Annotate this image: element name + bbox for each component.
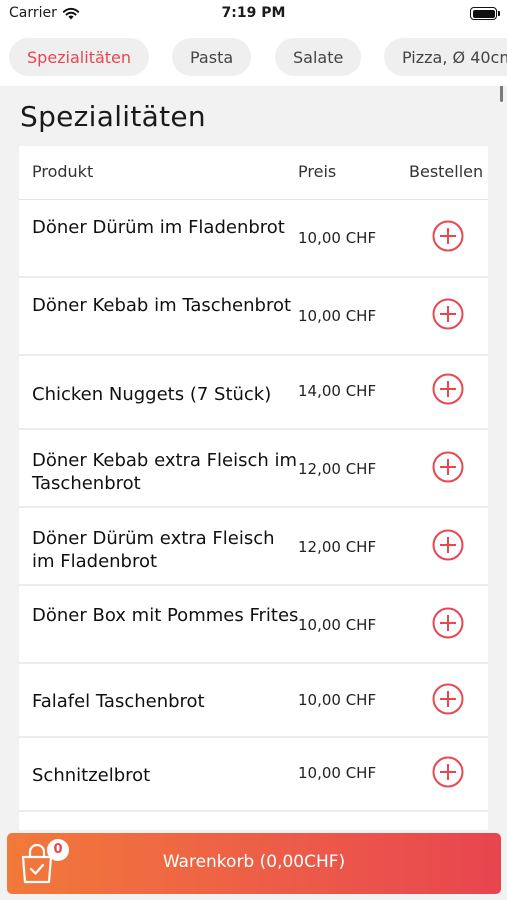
product-price: 10,00 CHF xyxy=(298,307,377,325)
product-name: Falafel Taschenbrot xyxy=(32,691,205,712)
table-row: Döner Kebab im Taschenbrot 10,00 CHF xyxy=(19,278,488,356)
product-name: Döner Kebab im Taschenbrot xyxy=(32,295,292,316)
battery-icon xyxy=(470,7,500,20)
product-name: Döner Kebab extra Fleisch im Taschenbrot xyxy=(32,450,298,494)
menu-content[interactable]: Spezialitäten Produkt Preis Bestellen Dö… xyxy=(0,86,507,830)
product-price: 14,00 CHF xyxy=(298,382,377,400)
product-price: 10,00 CHF xyxy=(298,691,377,709)
plus-circle-icon[interactable] xyxy=(432,220,464,252)
plus-circle-icon[interactable] xyxy=(432,607,464,639)
table-row: Falafel Taschenbrot 10,00 CHF xyxy=(19,664,488,738)
tab-pasta[interactable]: Pasta xyxy=(172,38,252,76)
product-price: 10,00 CHF xyxy=(298,616,377,634)
table-header: Produkt Preis Bestellen xyxy=(19,146,488,200)
plus-circle-icon[interactable] xyxy=(432,373,464,405)
product-price: 10,00 CHF xyxy=(298,764,377,782)
section-title: Spezialitäten xyxy=(20,100,206,133)
clock: 7:19 PM xyxy=(221,5,286,21)
product-name: Schnitzelbrot xyxy=(32,765,151,786)
product-price: 12,00 CHF xyxy=(298,460,377,478)
product-name: Döner Dürüm extra Fleisch im Fladenbrot xyxy=(32,528,275,572)
table-row: Döner Kebab extra Fleisch im Taschenbrot… xyxy=(19,430,488,508)
category-tabs[interactable]: Spezialitäten Pasta Salate Pizza, Ø 40cm xyxy=(0,30,507,86)
header-product: Produkt xyxy=(32,162,94,181)
header-price: Preis xyxy=(298,162,337,181)
cart-label: Warenkorb (0,00CHF) xyxy=(162,852,346,872)
plus-circle-icon[interactable] xyxy=(432,683,464,715)
tab-salate[interactable]: Salate xyxy=(275,38,362,76)
table-row: Chicken Nuggets (7 Stück) 14,00 CHF xyxy=(19,356,488,430)
table-row: Döner Dürüm extra Fleisch im Fladenbrot … xyxy=(19,508,488,586)
product-price: 10,00 CHF xyxy=(298,229,377,247)
table-row: Döner Dürüm im Fladenbrot 10,00 CHF xyxy=(19,200,488,278)
product-table: Produkt Preis Bestellen Döner Dürüm im F… xyxy=(19,146,488,830)
plus-circle-icon[interactable] xyxy=(432,298,464,330)
tab-spezialitaeten[interactable]: Spezialitäten xyxy=(9,38,150,76)
product-name: Döner Box mit Pommes Frites xyxy=(32,605,299,626)
scrollbar[interactable] xyxy=(500,86,503,102)
table-row xyxy=(19,812,488,830)
status-bar: Carrier 7:19 PM xyxy=(0,0,507,30)
product-name: Chicken Nuggets (7 Stück) xyxy=(32,384,272,405)
plus-circle-icon[interactable] xyxy=(432,529,464,561)
plus-circle-icon[interactable] xyxy=(432,451,464,483)
table-row: Schnitzelbrot 10,00 CHF xyxy=(19,738,488,812)
tab-pizza[interactable]: Pizza, Ø 40cm xyxy=(384,38,507,76)
table-row: Döner Box mit Pommes Frites 10,00 CHF xyxy=(19,586,488,664)
cart-button[interactable]: 0 Warenkorb (0,00CHF) xyxy=(7,833,501,894)
plus-circle-icon[interactable] xyxy=(432,756,464,788)
product-name: Döner Dürüm im Fladenbrot xyxy=(32,217,285,238)
product-price: 12,00 CHF xyxy=(298,538,377,556)
header-order: Bestellen xyxy=(409,162,484,181)
